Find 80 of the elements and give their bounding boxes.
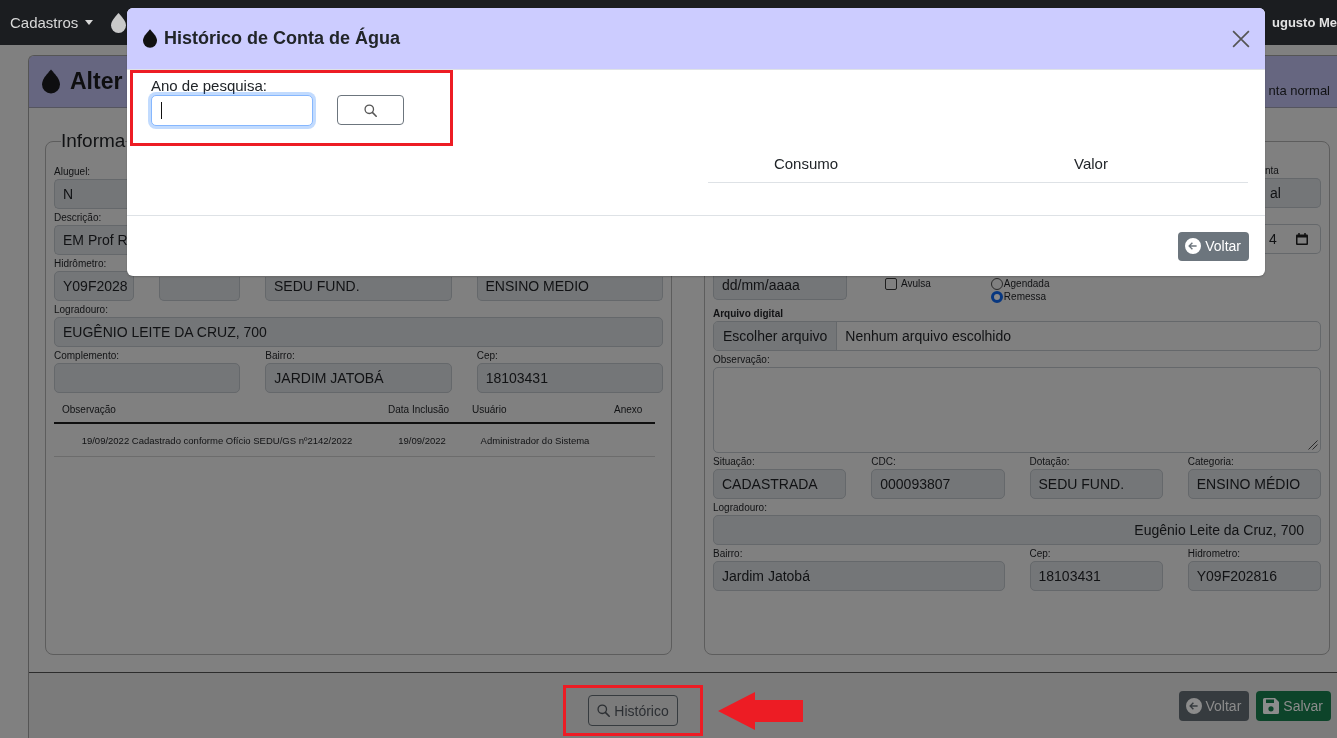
section-title: Informa [61,130,126,152]
radio-button[interactable] [990,290,1003,303]
header-label: nta normal [1268,83,1330,98]
history-button[interactable]: Histórico [588,695,678,726]
field-label: Descrição: [54,211,102,224]
text-field[interactable]: ENSINO MÉDIO [1187,469,1321,499]
close-icon [1232,29,1250,48]
field-label: Cep: [476,349,498,362]
field-label: Dotação: [1029,455,1070,468]
text-field[interactable]: 18103431 [1029,561,1163,591]
file-name-text: Nenhum arquivo escolhido [844,327,1012,346]
column-header: Data Inclusão [387,403,450,417]
column-header: Observação [61,403,116,417]
page-title: Alter [70,68,123,95]
text-field[interactable]: EUGÊNIO LEITE DA CRUZ, 700 [54,317,663,347]
field-label: Complemento: [54,349,120,362]
text-field[interactable] [159,277,240,301]
text-field[interactable]: ENSINO MEDIO [476,277,663,301]
field-label: Hidrômetro: [54,257,107,270]
menu-dropdown[interactable]: Cadastros [10,14,94,31]
field-label: Logradouro: [54,303,108,316]
table-cell-text: 19/09/2022 Cadastrado conforme Ofício SEDU/GS nº2142/2022 [81,434,353,448]
field-label: Observação: [713,353,770,366]
field-label: Logradouro: [713,501,767,514]
radio-button[interactable] [990,277,1003,290]
close-button[interactable] [1232,29,1250,48]
text-field[interactable]: SEDU FUND. [265,277,452,301]
user-name[interactable]: ugusto Me [1272,15,1337,30]
table-cell-text: 19/09/2022 [398,434,446,448]
text-field[interactable]: SEDU FUND. [1029,469,1163,499]
year-field[interactable] [151,95,313,126]
text-cursor-icon [161,102,162,119]
checkbox[interactable] [885,278,897,290]
water-drop-icon [42,69,60,94]
field-label: CDC: [871,455,896,468]
text-field[interactable] [54,363,241,393]
table-cell-text: Administrador do Sistema [480,434,590,448]
field-label: nta [1265,164,1279,177]
field-label: Ano de pesquisa: [151,77,267,95]
calendar-icon[interactable] [1296,233,1308,245]
back-button[interactable]: Voltar [1178,690,1250,721]
text-field[interactable]: Y09F2028 [54,271,134,301]
field-label: Bairro: [265,349,295,362]
modal-title: Histórico de Conta de Água [164,28,401,49]
field-label: Cep: [1029,547,1051,560]
radio-label: Agendada [1003,277,1050,290]
field-label: Hidrometro: [1187,547,1240,560]
back-button[interactable]: Voltar [1178,231,1249,261]
text-field[interactable]: EM Prof R [54,225,127,255]
resize-grip-icon[interactable] [1308,440,1318,450]
search-button[interactable] [337,95,404,125]
field-label: Situação: [713,455,755,468]
search-icon [364,103,377,117]
text-field[interactable]: Y09F202816 [1187,561,1321,591]
checkbox-label: Avulsa [901,278,931,290]
field-label: Aluguel: [54,165,91,178]
text-field[interactable]: al [1265,178,1321,208]
field-label: Bairro: [713,547,743,560]
text-field[interactable]: N [54,179,127,209]
text-field[interactable]: 18103431 [476,363,663,393]
water-drop-icon[interactable] [111,12,127,33]
text-field[interactable]: CADASTRADA [713,469,847,499]
text-field[interactable]: Eugênio Leite da Cruz, 700 [713,515,1321,545]
text-field[interactable]: JARDIM JATOBÁ [265,363,452,393]
left-arrow-icon [717,691,803,730]
column-header: Usuário [471,403,507,417]
field-label: Arquivo digital [713,307,783,320]
column-header: Anexo [613,403,643,417]
save-button[interactable]: Salvar [1256,690,1331,721]
water-drop-icon [143,29,157,48]
text-field[interactable]: Jardim Jatobá [713,561,1005,591]
caret-icon [85,20,94,25]
text-field[interactable]: 000093807 [871,469,1005,499]
date-field[interactable]: 4 [1265,224,1321,254]
column-header: Consumo [773,154,839,174]
search-icon [597,704,611,717]
field-label: Categoria: [1187,455,1234,468]
column-header: Valor [1073,154,1108,174]
choose-file-button[interactable]: Escolher arquivo [714,322,838,350]
radio-label: Remessa [1003,290,1047,303]
